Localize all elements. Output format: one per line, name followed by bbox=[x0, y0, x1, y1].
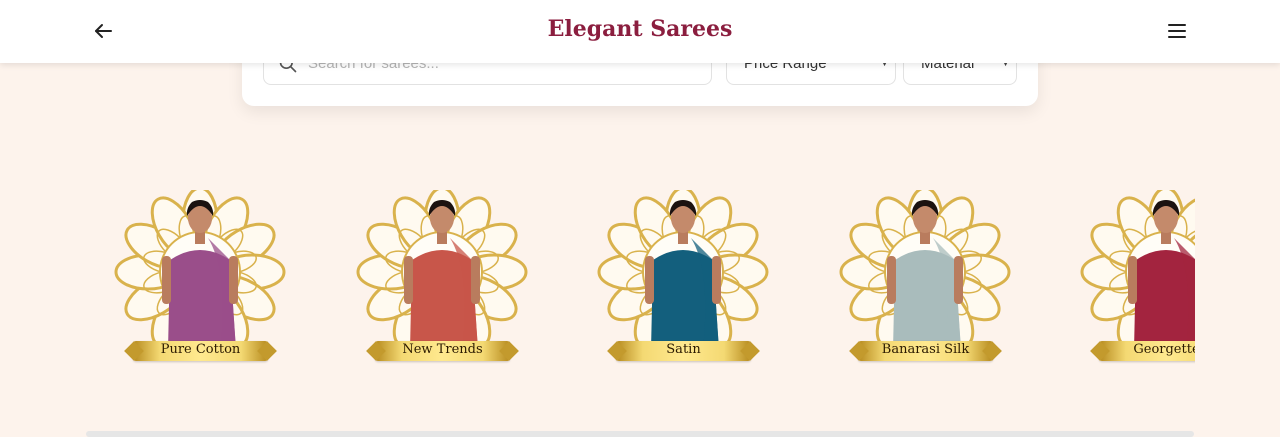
saree-model-image bbox=[839, 190, 1011, 350]
saree-model-image bbox=[114, 190, 286, 350]
category-label-banner: Georgette bbox=[1099, 341, 1195, 361]
category-carousel[interactable]: Pure Cotton New Trends Satin Banarasi Si… bbox=[100, 190, 1195, 370]
category-label-banner: Banarasi Silk bbox=[858, 341, 993, 361]
category-georgette[interactable]: Georgette bbox=[1074, 190, 1195, 370]
category-label-banner: Satin bbox=[616, 341, 751, 361]
section-divider bbox=[86, 431, 1194, 437]
category-new-trends[interactable]: New Trends bbox=[350, 190, 535, 370]
app-header: Elegant Sarees bbox=[0, 0, 1280, 63]
category-label-banner: New Trends bbox=[375, 341, 510, 361]
category-pure-cotton[interactable]: Pure Cotton bbox=[108, 190, 293, 370]
category-label-banner: Pure Cotton bbox=[133, 341, 268, 361]
category-label: New Trends bbox=[402, 342, 483, 357]
category-label: Banarasi Silk bbox=[881, 342, 970, 357]
saree-model-image bbox=[356, 190, 528, 350]
hamburger-menu-icon[interactable] bbox=[1165, 19, 1189, 43]
saree-model-image bbox=[597, 190, 769, 350]
category-label: Pure Cotton bbox=[160, 342, 241, 357]
category-satin[interactable]: Satin bbox=[591, 190, 776, 370]
category-banarasi-silk[interactable]: Banarasi Silk bbox=[833, 190, 1018, 370]
category-label: Georgette bbox=[1133, 342, 1195, 357]
category-label: Satin bbox=[666, 342, 701, 357]
saree-model-image bbox=[1080, 190, 1195, 350]
brand-title[interactable]: Elegant Sarees bbox=[0, 16, 1280, 42]
